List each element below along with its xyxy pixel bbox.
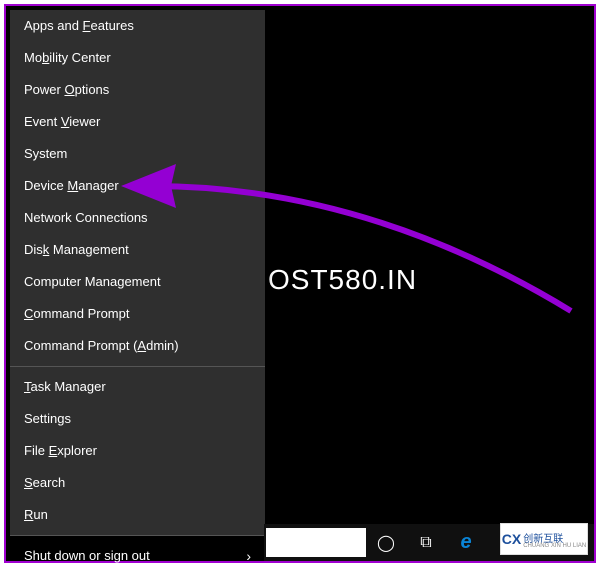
cortana-circle-icon[interactable]: ◯ <box>366 524 406 561</box>
chevron-right-icon: › <box>246 540 251 567</box>
menu-item-search[interactable]: Search <box>10 467 265 499</box>
menu-item-settings[interactable]: Settings <box>10 403 265 435</box>
menu-separator <box>10 366 265 367</box>
menu-item-computer-management[interactable]: Computer Management <box>10 266 265 298</box>
menu-separator <box>10 535 265 536</box>
menu-item-shut-down-or-sign-out[interactable]: Shut down or sign out› <box>10 540 265 567</box>
menu-item-event-viewer[interactable]: Event Viewer <box>10 106 265 138</box>
desktop-background: GHOST580.IN Apps and FeaturesMobility Ce… <box>4 4 596 563</box>
menu-item-device-manager[interactable]: Device Manager <box>10 170 265 202</box>
taskbar-search-input[interactable] <box>266 528 366 557</box>
winx-power-menu[interactable]: Apps and FeaturesMobility CenterPower Op… <box>10 10 265 535</box>
menu-item-system[interactable]: System <box>10 138 265 170</box>
source-brand-badge: CX 创新互联 CHUANG XIN HU LIAN <box>500 523 588 555</box>
edge-browser-icon[interactable]: e <box>446 524 486 561</box>
brand-line2: CHUANG XIN HU LIAN <box>523 543 586 549</box>
menu-item-command-prompt[interactable]: Command Prompt <box>10 298 265 330</box>
menu-item-task-manager[interactable]: Task Manager <box>10 371 265 403</box>
menu-item-network-connections[interactable]: Network Connections <box>10 202 265 234</box>
menu-item-disk-management[interactable]: Disk Management <box>10 234 265 266</box>
menu-item-apps-and-features[interactable]: Apps and Features <box>10 10 265 42</box>
menu-item-command-prompt-admin[interactable]: Command Prompt (Admin) <box>10 330 265 362</box>
menu-item-file-explorer[interactable]: File Explorer <box>10 435 265 467</box>
task-view-icon[interactable]: ⧉ <box>406 524 446 561</box>
menu-item-run[interactable]: Run <box>10 499 265 531</box>
menu-item-power-options[interactable]: Power Options <box>10 74 265 106</box>
brand-logo: CX <box>502 531 521 547</box>
menu-item-mobility-center[interactable]: Mobility Center <box>10 42 265 74</box>
